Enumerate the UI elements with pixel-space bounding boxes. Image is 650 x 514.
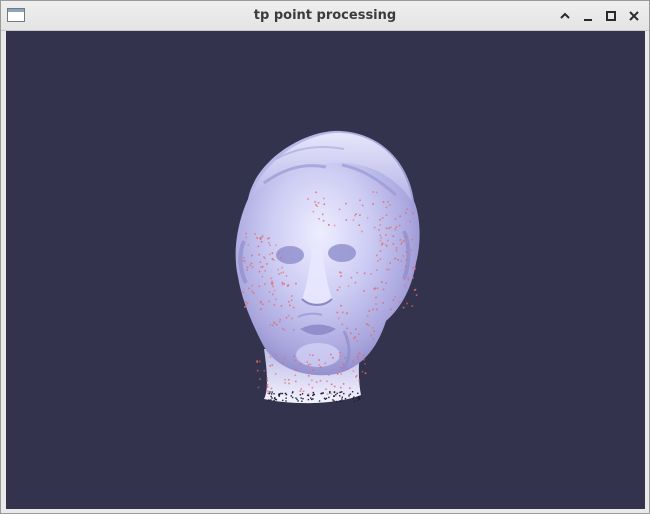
app-window: tp point processing bbox=[0, 0, 650, 514]
close-icon[interactable] bbox=[625, 7, 643, 25]
minimize-icon[interactable] bbox=[579, 7, 597, 25]
window-controls bbox=[556, 7, 643, 25]
chevron-up-icon[interactable] bbox=[556, 7, 574, 25]
head-scan-render bbox=[235, 130, 420, 404]
3d-viewport[interactable] bbox=[6, 31, 645, 509]
left-eye-socket bbox=[276, 246, 304, 264]
title-bar[interactable]: tp point processing bbox=[1, 1, 649, 31]
chin bbox=[296, 343, 340, 367]
maximize-icon[interactable] bbox=[602, 7, 620, 25]
window-title: tp point processing bbox=[253, 8, 397, 23]
right-eye-socket bbox=[328, 244, 356, 262]
